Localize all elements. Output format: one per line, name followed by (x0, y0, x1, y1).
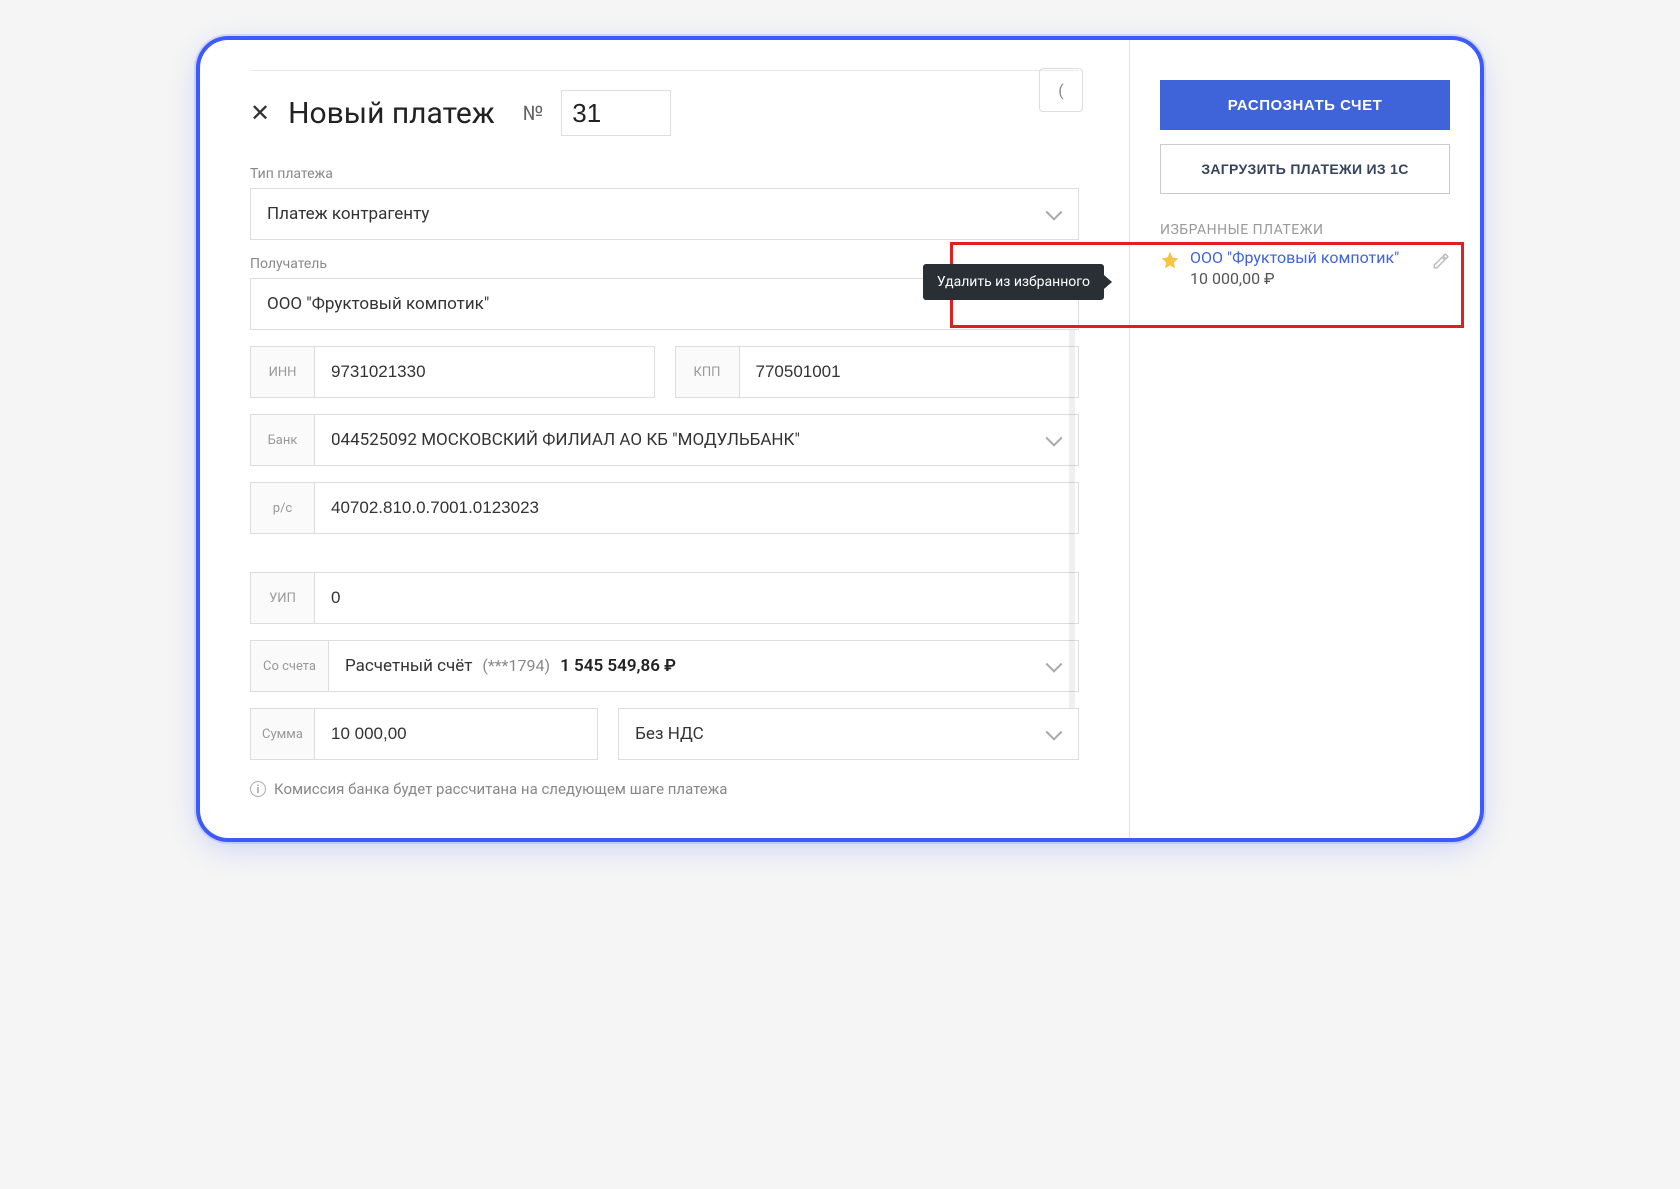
sidebar: РАСПОЗНАТЬ СЧЕТ ЗАГРУЗИТЬ ПЛАТЕЖИ ИЗ 1С … (1130, 40, 1480, 838)
payment-number-input[interactable] (561, 90, 671, 136)
commission-text: Комиссия банка будет рассчитана на следу… (274, 780, 727, 798)
inn-input[interactable] (315, 347, 654, 397)
inn-field[interactable]: ИНН (250, 346, 655, 398)
pencil-icon[interactable] (1432, 252, 1450, 270)
favorite-payment-item[interactable]: ООО "Фруктовый компотик" 10 000,00 ₽ (1160, 248, 1450, 288)
header-status-box: ( (1039, 68, 1083, 112)
kpp-field[interactable]: КПП (675, 346, 1080, 398)
inn-kpp-row: ИНН КПП (250, 346, 1079, 398)
account-name: Расчетный счёт (345, 656, 472, 676)
favorites-heading: ИЗБРАННЫЕ ПЛАТЕЖИ (1160, 222, 1450, 238)
page-title: Новый платеж (288, 96, 495, 131)
account-balance: 1 545 549,86 ₽ (560, 656, 676, 676)
account-mask: (***1794) (482, 656, 550, 675)
payment-type-label: Тип платежа (250, 166, 1079, 182)
uip-field[interactable]: УИП (250, 572, 1079, 624)
rs-input[interactable] (315, 483, 1078, 533)
payment-form: Тип платежа Платеж контрагенту Получател… (250, 166, 1079, 798)
bank-select[interactable]: 044525092 МОСКОВСКИЙ ФИЛИАЛ АО КБ "МОДУЛ… (315, 415, 1078, 465)
star-icon[interactable] (1160, 250, 1180, 270)
from-account-value: Расчетный счёт (***1794) 1 545 549,86 ₽ (345, 656, 676, 676)
from-account-select[interactable]: Расчетный счёт (***1794) 1 545 549,86 ₽ (329, 641, 1078, 691)
commission-info: i Комиссия банка будет рассчитана на сле… (250, 780, 1079, 798)
amount-field[interactable]: Сумма (250, 708, 598, 760)
payment-type-value: Платеж контрагенту (267, 204, 429, 224)
uip-prefix: УИП (251, 573, 315, 623)
rs-prefix: р/с (251, 483, 315, 533)
amount-prefix: Сумма (251, 709, 315, 759)
amount-input[interactable] (315, 709, 597, 759)
favorite-name: ООО "Фруктовый компотик" (1190, 248, 1422, 267)
amount-vat-row: Сумма Без НДС (250, 708, 1079, 760)
favorite-amount: 10 000,00 ₽ (1190, 269, 1422, 288)
bank-field[interactable]: Банк 044525092 МОСКОВСКИЙ ФИЛИАЛ АО КБ "… (250, 414, 1079, 466)
payment-type-select[interactable]: Платеж контрагенту (250, 188, 1079, 240)
vat-value: Без НДС (635, 724, 704, 744)
rs-field[interactable]: р/с (250, 482, 1079, 534)
number-label: № (523, 101, 544, 125)
from-account-prefix: Со счета (251, 641, 329, 691)
vat-select[interactable]: Без НДС (618, 708, 1079, 760)
info-icon: i (250, 781, 266, 797)
header-row: ✕ Новый платеж № (250, 90, 1079, 136)
main-panel: ( ✕ Новый платеж № Тип платежа Платеж ко… (200, 40, 1130, 838)
payment-type-group: Тип платежа Платеж контрагенту (250, 166, 1079, 240)
recipient-value: ООО "Фруктовый компотик" (267, 294, 489, 314)
from-account-field[interactable]: Со счета Расчетный счёт (***1794) 1 545 … (250, 640, 1079, 692)
recognize-invoice-button[interactable]: РАСПОЗНАТЬ СЧЕТ (1160, 80, 1450, 130)
bank-value: 044525092 МОСКОВСКИЙ ФИЛИАЛ АО КБ "МОДУЛ… (331, 430, 800, 450)
remove-favorite-tooltip: Удалить из избранного (923, 264, 1104, 300)
uip-input[interactable] (315, 573, 1078, 623)
kpp-prefix: КПП (676, 347, 740, 397)
load-from-1c-button[interactable]: ЗАГРУЗИТЬ ПЛАТЕЖИ ИЗ 1С (1160, 144, 1450, 194)
close-icon[interactable]: ✕ (250, 99, 270, 127)
favorite-body: ООО "Фруктовый компотик" 10 000,00 ₽ (1190, 248, 1422, 288)
spacer (250, 550, 1079, 556)
bank-prefix: Банк (251, 415, 315, 465)
payment-card: ( ✕ Новый платеж № Тип платежа Платеж ко… (200, 40, 1480, 838)
kpp-input[interactable] (740, 347, 1079, 397)
inn-prefix: ИНН (251, 347, 315, 397)
